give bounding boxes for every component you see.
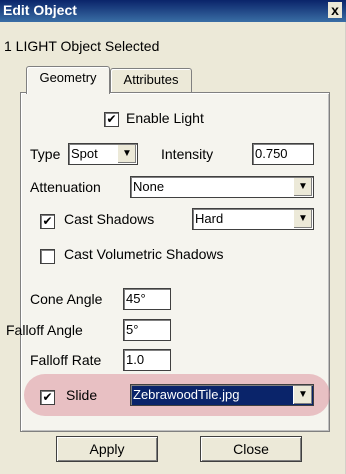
attenuation-value: None [133, 179, 165, 194]
slide-label: Slide [66, 387, 98, 403]
close-button[interactable]: Close [200, 436, 302, 462]
attenuation-select[interactable]: None ▼ [130, 176, 314, 198]
falloff-rate-input[interactable]: 1.0 [123, 349, 171, 371]
slide-texture-value: ZebrawoodTile.jpg [133, 387, 240, 402]
falloff-rate-label: Falloff Rate [30, 352, 102, 368]
enable-light-label: Enable Light [126, 110, 204, 126]
chevron-down-icon[interactable]: ▼ [293, 386, 312, 404]
selection-status: 1 LIGHT Object Selected [4, 38, 160, 54]
cast-volumetric-shadows-checkbox[interactable] [40, 249, 55, 264]
cone-angle-label: Cone Angle [30, 291, 103, 307]
shadow-type-select[interactable]: Hard ▼ [192, 208, 314, 230]
cast-shadows-label: Cast Shadows [64, 211, 155, 227]
cast-volumetric-shadows-label: Cast Volumetric Shadows [64, 246, 224, 262]
tab-geometry[interactable]: Geometry [26, 66, 110, 94]
title-bar[interactable]: Edit Object x [0, 0, 346, 22]
type-value: Spot [71, 146, 98, 161]
close-icon[interactable]: x [328, 2, 342, 18]
tab-attributes[interactable]: Attributes [110, 68, 192, 93]
chevron-down-icon[interactable]: ▼ [117, 145, 136, 163]
intensity-input[interactable]: 0.750 [252, 143, 314, 165]
slide-checkbox[interactable]: ✔ [40, 390, 55, 405]
edit-object-dialog: Edit Object x 1 LIGHT Object Selected Ge… [0, 0, 346, 474]
type-label: Type [30, 146, 61, 162]
enable-light-checkbox[interactable]: ✔ [104, 112, 119, 127]
window-title: Edit Object [3, 2, 77, 18]
falloff-angle-input[interactable]: 5° [123, 319, 171, 341]
attenuation-label: Attenuation [30, 179, 101, 195]
falloff-angle-label: Falloff Angle [6, 322, 83, 338]
shadow-type-value: Hard [195, 211, 224, 226]
chevron-down-icon[interactable]: ▼ [293, 210, 312, 228]
apply-button[interactable]: Apply [56, 436, 158, 462]
slide-texture-select[interactable]: ZebrawoodTile.jpg ▼ [130, 384, 314, 406]
type-select[interactable]: Spot ▼ [68, 143, 138, 165]
chevron-down-icon[interactable]: ▼ [293, 178, 312, 196]
cone-angle-input[interactable]: 45° [123, 288, 171, 310]
cast-shadows-checkbox[interactable]: ✔ [40, 214, 55, 229]
intensity-label: Intensity [161, 146, 214, 162]
